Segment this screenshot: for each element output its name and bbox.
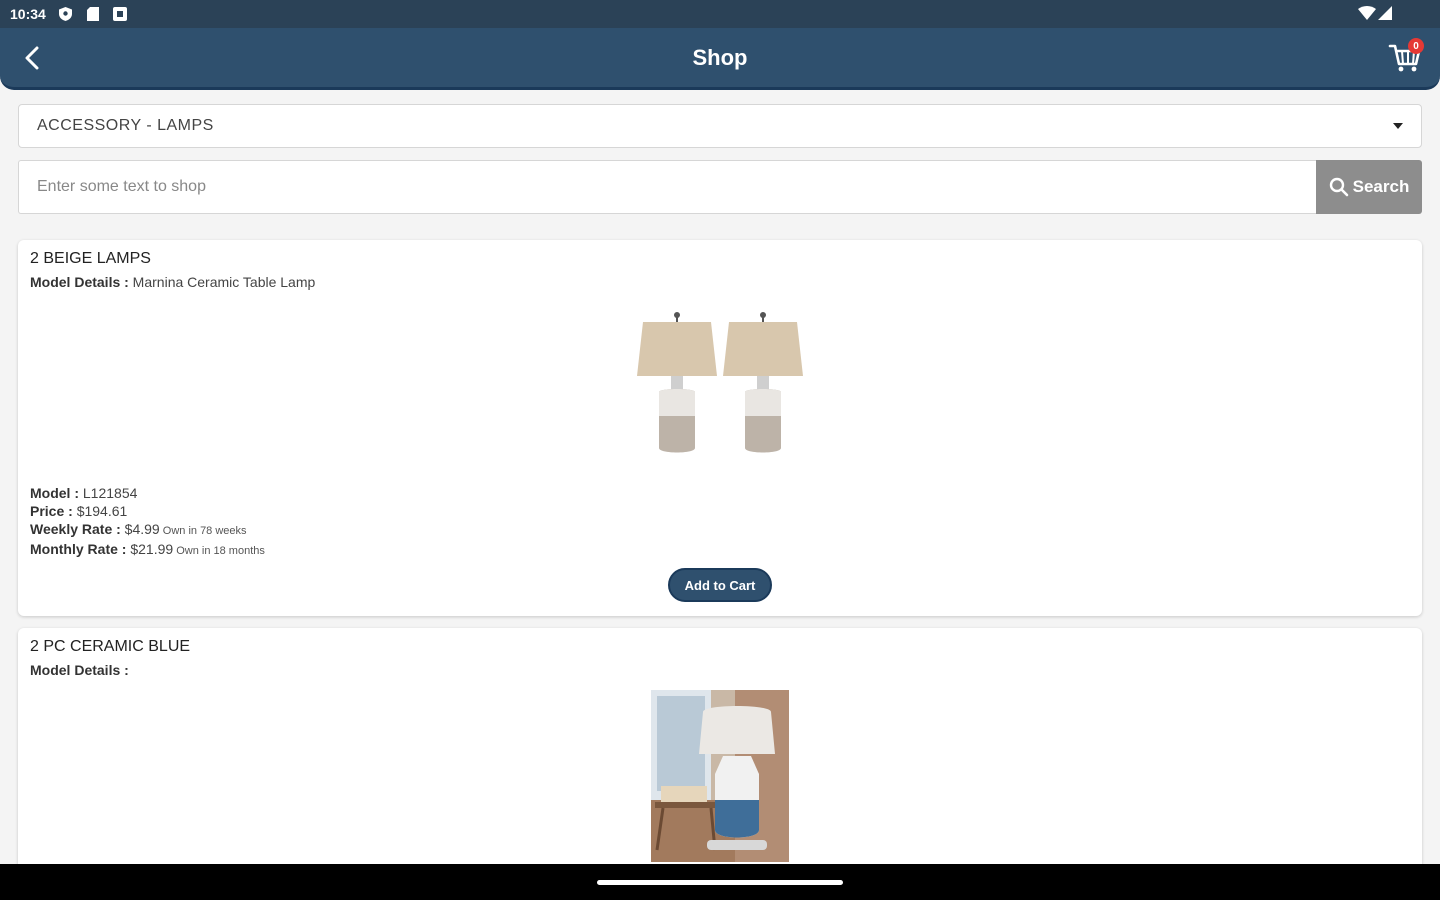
- cart-button[interactable]: 0: [1388, 38, 1424, 74]
- search-button-label: Search: [1352, 177, 1410, 196]
- shield-icon: [59, 7, 73, 21]
- search-input[interactable]: [18, 160, 1316, 214]
- search-icon: [1329, 177, 1348, 197]
- price-value: $194.61: [72, 503, 128, 519]
- model-label: Model :: [30, 485, 79, 501]
- model-line: Model : L121854: [30, 484, 265, 502]
- status-time: 10:34: [10, 6, 46, 22]
- product-card: 2 PC CERAMIC BLUE Model Details :: [18, 628, 1422, 888]
- cart-count-badge: 0: [1408, 38, 1424, 54]
- cellular-signal-icon: [1378, 5, 1392, 23]
- wifi-icon: [1358, 5, 1376, 23]
- category-dropdown[interactable]: ACCESSORY - LAMPS: [18, 104, 1422, 148]
- weekly-rate-line: Weekly Rate : $4.99 Own in 78 weeks: [30, 520, 265, 540]
- search-bar: Search: [18, 160, 1422, 214]
- dropdown-caret-icon: [1393, 123, 1403, 129]
- price-label: Price :: [30, 503, 73, 519]
- product-specs: Model : L121854 Price : $194.61 Weekly R…: [30, 484, 265, 560]
- search-button[interactable]: Search: [1316, 160, 1422, 214]
- product-name: 2 PC CERAMIC BLUE: [30, 638, 191, 655]
- category-selected-value: ACCESSORY - LAMPS: [37, 117, 214, 134]
- product-image: [635, 310, 805, 460]
- product-model-details: Model Details : Marnina Ceramic Table La…: [30, 274, 315, 290]
- model-details-label: Model Details :: [30, 274, 129, 290]
- sd-card-icon: [86, 7, 100, 21]
- model-details-value: Marnina Ceramic Table Lamp: [128, 274, 316, 290]
- monthly-rate-line: Monthly Rate : $21.99 Own in 18 months: [30, 540, 265, 560]
- add-to-cart-button[interactable]: Add to Cart: [668, 568, 772, 602]
- weekly-rate-note: Own in 78 weeks: [159, 525, 247, 537]
- monthly-rate-note: Own in 18 months: [173, 545, 265, 557]
- product-image: [651, 690, 789, 862]
- app-bar: Shop 0: [0, 28, 1440, 90]
- model-details-label: Model Details :: [30, 662, 129, 678]
- status-bar: 10:34: [0, 0, 1440, 28]
- system-navigation-bar: [0, 864, 1440, 900]
- product-name: 2 BEIGE LAMPS: [30, 250, 151, 267]
- weekly-rate-value: $4.99: [120, 521, 160, 537]
- monthly-rate-value: $21.99: [126, 541, 174, 557]
- monthly-rate-label: Monthly Rate :: [30, 541, 127, 557]
- home-gesture-handle[interactable]: [597, 880, 843, 885]
- weekly-rate-label: Weekly Rate :: [30, 521, 121, 537]
- page-title: Shop: [692, 45, 748, 70]
- model-value: L121854: [79, 485, 138, 501]
- product-card: 2 BEIGE LAMPS Model Details : Marnina Ce…: [18, 240, 1422, 616]
- price-line: Price : $194.61: [30, 502, 265, 520]
- product-model-details: Model Details :: [30, 662, 129, 678]
- notification-icon: [112, 7, 127, 21]
